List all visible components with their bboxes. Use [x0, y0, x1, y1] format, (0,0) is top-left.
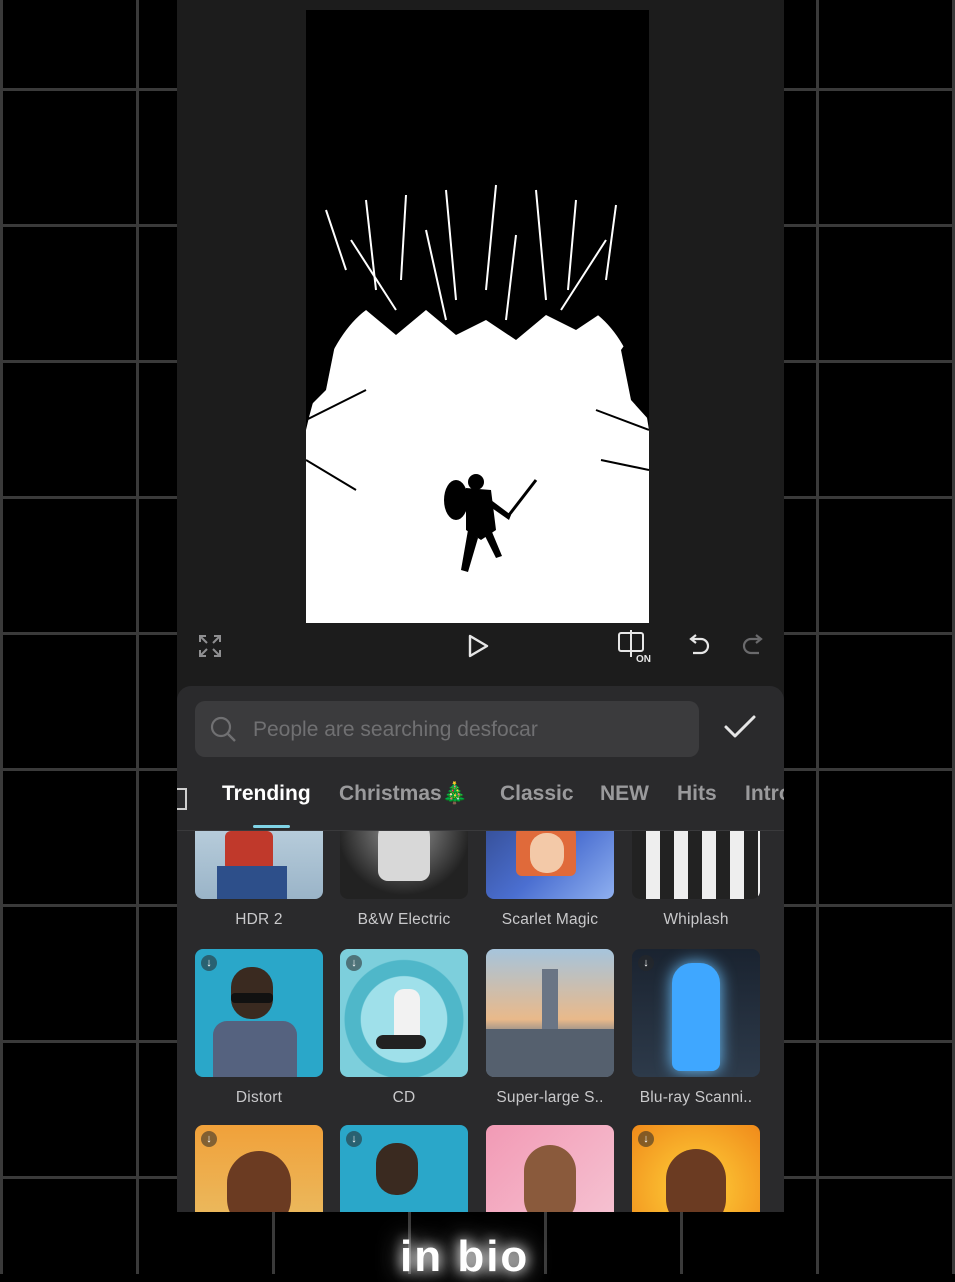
video-frame-artwork — [306, 10, 649, 623]
effect-thumbnail: ↓ — [340, 949, 468, 1077]
search-input[interactable] — [251, 701, 685, 759]
effect-thumbnail — [486, 1125, 614, 1212]
effect-distort[interactable]: ↓ Distort — [195, 949, 323, 1107]
effect-thumbnail: ↓ — [195, 949, 323, 1077]
play-icon[interactable] — [463, 626, 493, 666]
effects-grid: HDR 2 B&W Electric Scarlet Magic Whiplas… — [177, 831, 784, 1212]
tab-indicator — [253, 825, 290, 828]
video-preview[interactable] — [306, 10, 649, 623]
effects-panel: Trending Christmas🎄 Classic NEW Hits Int… — [177, 686, 784, 1212]
download-icon: ↓ — [638, 955, 654, 971]
effect-label: B&W Electric — [357, 911, 451, 928]
checkmark-icon[interactable] — [723, 712, 763, 748]
redo-icon[interactable] — [739, 626, 769, 666]
effect-label: Blu-ray Scanni.. — [639, 1089, 753, 1106]
effect-thumbnail: ↓ — [195, 1125, 323, 1212]
download-icon: ↓ — [346, 955, 362, 971]
tab-intro[interactable]: Intro — [745, 782, 784, 806]
effect-label: Scarlet Magic — [501, 911, 599, 928]
effect-thumbnail — [340, 831, 468, 899]
effect-bw-electric[interactable]: B&W Electric — [340, 831, 468, 929]
effect-whiplash[interactable]: Whiplash — [632, 831, 760, 929]
search-bar — [195, 701, 699, 759]
effect-super-large[interactable]: Super-large S.. — [486, 949, 614, 1107]
svg-text:ON: ON — [636, 654, 651, 663]
effect-label: HDR 2 — [235, 911, 283, 928]
download-icon: ↓ — [201, 1131, 217, 1147]
search-icon — [210, 716, 236, 742]
download-icon: ↓ — [346, 1131, 362, 1147]
playback-controls: ON — [177, 626, 784, 686]
bookmark-icon[interactable] — [177, 788, 189, 812]
effect-blu-ray-scanning[interactable]: ↓ Blu-ray Scanni.. — [632, 949, 760, 1107]
effect-thumbnail-row3-3[interactable] — [486, 1125, 614, 1212]
effect-thumbnail-row3-4[interactable]: ↓ — [632, 1125, 760, 1212]
effect-label: Whiplash — [663, 911, 729, 928]
effect-thumbnail-row3-2[interactable]: ↓ — [340, 1125, 468, 1212]
tab-christmas[interactable]: Christmas🎄 — [339, 782, 468, 806]
tab-new[interactable]: NEW — [600, 782, 649, 806]
effect-thumbnail — [486, 949, 614, 1077]
effect-thumbnail — [486, 831, 614, 899]
category-tabs: Trending Christmas🎄 Classic NEW Hits Int… — [177, 778, 784, 831]
effect-thumbnail: ↓ — [632, 1125, 760, 1212]
effect-label: Distort — [235, 1089, 283, 1106]
effect-cd[interactable]: ↓ CD — [340, 949, 468, 1107]
effect-thumbnail-row3-1[interactable]: ↓ — [195, 1125, 323, 1212]
effect-hdr-2[interactable]: HDR 2 — [195, 831, 323, 929]
video-editor-app: ON Trending Christmas🎄 Classic — [177, 0, 784, 1212]
preview-area — [177, 0, 784, 626]
effect-thumbnail — [195, 831, 323, 899]
fullscreen-icon[interactable] — [195, 626, 225, 666]
effect-thumbnail: ↓ — [340, 1125, 468, 1212]
effect-thumbnail — [632, 831, 760, 899]
effect-label: Super-large S.. — [496, 1089, 604, 1106]
compare-on-icon[interactable]: ON — [615, 626, 655, 666]
download-icon: ↓ — [638, 1131, 654, 1147]
tab-hits[interactable]: Hits — [677, 782, 717, 806]
effect-thumbnail: ↓ — [632, 949, 760, 1077]
overlay-caption: in bio — [400, 1232, 530, 1281]
tab-classic[interactable]: Classic — [500, 782, 574, 806]
undo-icon[interactable] — [683, 626, 713, 666]
effect-scarlet-magic[interactable]: Scarlet Magic — [486, 831, 614, 929]
effect-label: CD — [392, 1089, 416, 1106]
download-icon: ↓ — [201, 955, 217, 971]
tab-trending[interactable]: Trending — [222, 782, 311, 806]
